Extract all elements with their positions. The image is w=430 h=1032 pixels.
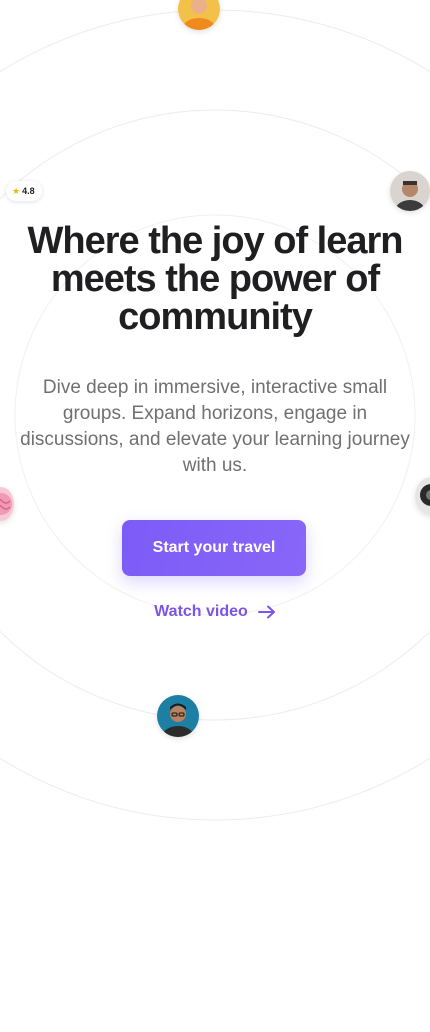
avatar-top [178, 0, 220, 30]
start-your-travel-button[interactable]: Start your travel [122, 520, 306, 576]
rating-badge: ★ 4.8 [6, 181, 42, 201]
watch-video-link[interactable]: Watch video [0, 603, 430, 621]
hero-headline: Where the joy of learn meets the power o… [27, 220, 404, 338]
watch-video-label: Watch video [154, 603, 248, 620]
brain-avatar [0, 487, 14, 521]
orbit-rings [0, 9, 430, 821]
avatar-bottom [157, 695, 199, 737]
avatar-right-top [390, 171, 430, 211]
star-icon: ★ [12, 185, 21, 196]
avatar-right-mid [415, 477, 430, 515]
rating-value: 4.8 [22, 186, 35, 196]
arrow-right-icon [257, 605, 276, 619]
hero-subtext: Dive deep in immersive, interactive smal… [20, 377, 410, 476]
